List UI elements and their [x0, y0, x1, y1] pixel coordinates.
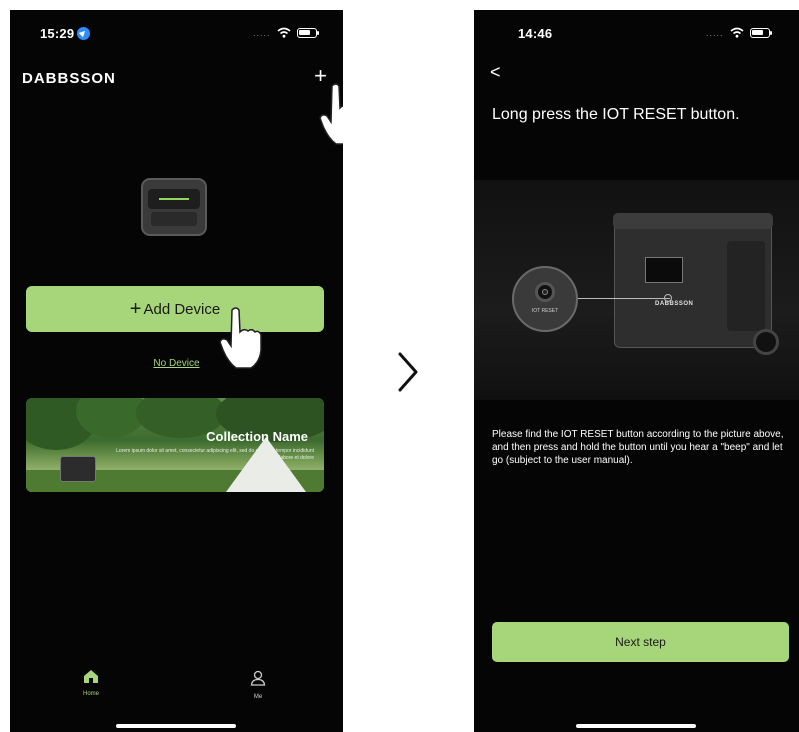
location-icon [77, 27, 91, 40]
pointer-hand-icon [319, 83, 343, 145]
tab-me[interactable]: Me [233, 670, 283, 700]
wifi-icon [277, 27, 291, 38]
power-station-image [60, 456, 96, 482]
iot-reset-illustration: DABBSSON IOT RESET [474, 180, 799, 400]
signal-dots: ..... [253, 27, 271, 38]
status-time: 15:29 [40, 26, 91, 41]
plus-icon: + [129, 297, 142, 320]
tab-home[interactable]: Home [66, 670, 116, 697]
status-time-text: 15:29 [40, 26, 75, 41]
step-title: Long press the IOT RESET button. [492, 106, 740, 123]
home-indicator [576, 724, 696, 728]
instruction-text: Please find the IOT RESET button accordi… [492, 429, 784, 466]
status-icons: ..... [706, 27, 772, 38]
status-time: 14:46 [518, 26, 553, 41]
iot-reset-zoom: IOT RESET [512, 266, 578, 332]
power-station-image: DABBSSON [613, 213, 779, 355]
next-step-button[interactable]: Next step [492, 622, 789, 662]
reset-instruction-screen: 14:46 ..... < Long press the IOT RESET b… [474, 10, 799, 732]
iot-reset-button-image [535, 282, 555, 302]
add-device-label: Add Device [143, 300, 221, 318]
tent-image [226, 437, 306, 492]
callout-line [578, 298, 670, 299]
collection-banner[interactable]: Collection Name Lorem ipsum dolor sit am… [26, 398, 324, 492]
home-screen: 15:29 ..... DABBSSON + + Add Device No D… [10, 10, 343, 732]
battery-icon [296, 27, 319, 38]
no-device-link[interactable]: No Device [10, 358, 343, 369]
home-icon [84, 670, 98, 683]
wheel-image [753, 329, 779, 355]
device-placeholder-image [141, 178, 207, 236]
banner-title: Collection Name [206, 429, 308, 444]
status-icons: ..... [253, 27, 319, 38]
wifi-icon [730, 27, 744, 38]
back-button[interactable]: < [490, 62, 501, 83]
tab-bar: Home Me [10, 670, 343, 710]
callout-point [664, 294, 672, 302]
person-icon [250, 670, 266, 686]
station-display [645, 257, 683, 283]
add-device-button[interactable]: + Add Device [26, 286, 324, 332]
chevron-right-icon [398, 352, 418, 392]
tab-me-label: Me [253, 694, 263, 700]
iot-reset-label: IOT RESET [531, 308, 559, 314]
home-indicator [116, 724, 236, 728]
banner-subtitle: Lorem ipsum dolor sit amet, consectetur … [116, 448, 314, 461]
battery-icon [749, 27, 772, 38]
station-logo: DABBSSON [655, 301, 694, 307]
brand-logo: DABBSSON [22, 70, 116, 87]
tab-home-label: Home [82, 691, 99, 697]
signal-dots: ..... [706, 27, 724, 38]
